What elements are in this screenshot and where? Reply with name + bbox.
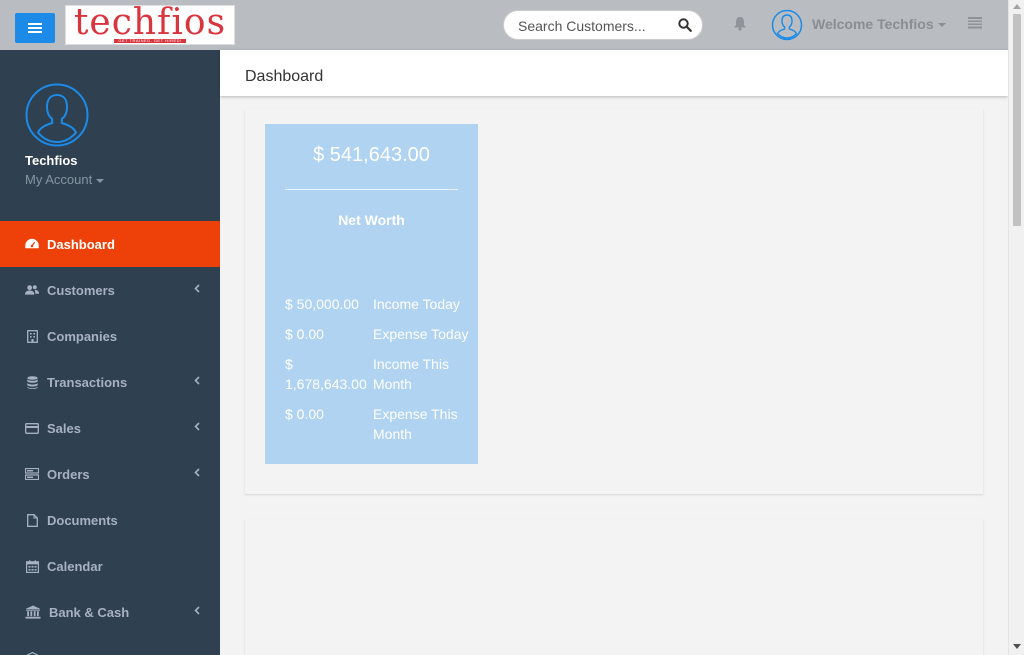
dashboard-panel-secondary xyxy=(245,519,983,655)
user-avatar-icon[interactable] xyxy=(771,9,803,41)
chevron-down-icon xyxy=(937,23,946,28)
profile-avatar-icon[interactable] xyxy=(25,83,89,147)
sidebar-item-label: Sales xyxy=(47,420,81,436)
techfios-logo[interactable]: techfios GET TRAINED. GET HIRED! xyxy=(65,5,235,45)
stat-value: $ 0.00 xyxy=(285,406,324,422)
hamburger-icon xyxy=(28,23,42,33)
stat-label: Income Today xyxy=(373,296,460,312)
bell-icon[interactable] xyxy=(733,16,747,31)
search-box xyxy=(503,10,703,40)
sidebar-item-label: Transactions xyxy=(47,374,128,390)
menu-toggle-button[interactable] xyxy=(15,13,55,43)
sidebar-item-label: Orders xyxy=(47,466,90,482)
file-icon xyxy=(25,513,39,527)
credit-card-icon xyxy=(25,421,39,435)
chevron-down-icon xyxy=(96,178,105,183)
sidebar-item-documents[interactable]: Documents xyxy=(0,497,220,543)
page-scrollbar[interactable] xyxy=(1008,0,1024,655)
database-icon xyxy=(25,375,39,389)
sidebar-item-sales[interactable]: Sales xyxy=(0,405,220,451)
sidebar-item-label: Calendar xyxy=(47,558,103,574)
sidebar-item-calendar[interactable]: Calendar xyxy=(0,543,220,589)
sidebar-item-transactions[interactable]: Transactions xyxy=(0,359,220,405)
logo-text: techfios xyxy=(73,5,227,43)
dashboard-icon xyxy=(25,237,39,251)
chevron-left-icon xyxy=(194,606,200,615)
server-icon xyxy=(25,467,39,481)
stat-label: Expense This Month xyxy=(373,406,458,442)
welcome-text: Welcome Techfios xyxy=(812,16,934,32)
sidebar-item-label: Customers xyxy=(47,282,115,298)
chevron-left-icon xyxy=(194,422,200,431)
logo-tagline: GET TRAINED. GET HIRED! xyxy=(114,39,186,43)
sidebar-item-orders[interactable]: Orders xyxy=(0,451,220,497)
calendar-icon xyxy=(25,559,39,573)
stat-row-expense-today: $ 0.00 Expense Today xyxy=(285,324,475,344)
bank-icon xyxy=(25,605,41,619)
sidebar-item-companies[interactable]: Companies xyxy=(0,313,220,359)
stat-value: $ 50,000.00 xyxy=(285,296,359,312)
scroll-up-arrow-icon[interactable] xyxy=(1013,4,1021,9)
stat-value: $ 0.00 xyxy=(285,326,324,342)
sidebar: Techfios My Account Dashboard Customers … xyxy=(0,50,220,655)
page-title: Dashboard xyxy=(245,68,324,85)
stat-row-income-month: $ 1,678,643.00 Income This Month xyxy=(285,354,475,394)
sidebar-item-label: Bank & Cash xyxy=(49,604,130,620)
scroll-down-arrow-icon[interactable] xyxy=(1013,644,1021,649)
my-account-label: My Account xyxy=(25,172,93,187)
sidebar-item-bank-cash[interactable]: Bank & Cash xyxy=(0,589,220,635)
sidebar-item-label: Dashboard xyxy=(47,236,115,252)
sidebar-item-label: Documents xyxy=(47,512,118,528)
chevron-left-icon xyxy=(194,284,200,293)
cube-icon xyxy=(25,651,39,655)
welcome-user-dropdown[interactable]: Welcome Techfios xyxy=(812,16,946,32)
list-icon[interactable] xyxy=(968,17,982,29)
scrollbar-thumb[interactable] xyxy=(1013,14,1021,226)
building-icon xyxy=(25,329,39,343)
sidebar-item-customers[interactable]: Customers xyxy=(0,267,220,313)
divider xyxy=(285,189,458,190)
search-icon[interactable] xyxy=(678,18,692,32)
page-header: Dashboard xyxy=(220,50,1008,96)
sidebar-item-partial[interactable] xyxy=(0,635,220,655)
stat-row-income-today: $ 50,000.00 Income Today xyxy=(285,294,475,314)
users-icon xyxy=(25,283,39,297)
top-navbar: techfios GET TRAINED. GET HIRED! Welcome… xyxy=(0,0,1008,50)
my-account-dropdown[interactable]: My Account xyxy=(25,172,105,187)
search-input[interactable] xyxy=(518,17,668,35)
chevron-left-icon xyxy=(194,376,200,385)
net-worth-card: $ 541,643.00 Net Worth $ 50,000.00 Incom… xyxy=(265,124,478,464)
stat-value: $ 1,678,643.00 xyxy=(285,356,367,392)
net-worth-amount: $ 541,643.00 xyxy=(313,144,430,166)
chevron-left-icon xyxy=(194,468,200,477)
profile-name: Techfios xyxy=(25,153,78,168)
stat-label: Income This Month xyxy=(373,356,449,392)
sidebar-item-dashboard[interactable]: Dashboard xyxy=(0,221,220,267)
sidebar-nav: Dashboard Customers Companies Transactio… xyxy=(0,221,220,655)
stat-row-expense-month: $ 0.00 Expense This Month xyxy=(285,404,475,444)
sidebar-item-label: Companies xyxy=(47,328,118,344)
stat-label: Expense Today xyxy=(373,326,469,342)
net-worth-label: Net Worth xyxy=(338,212,405,228)
